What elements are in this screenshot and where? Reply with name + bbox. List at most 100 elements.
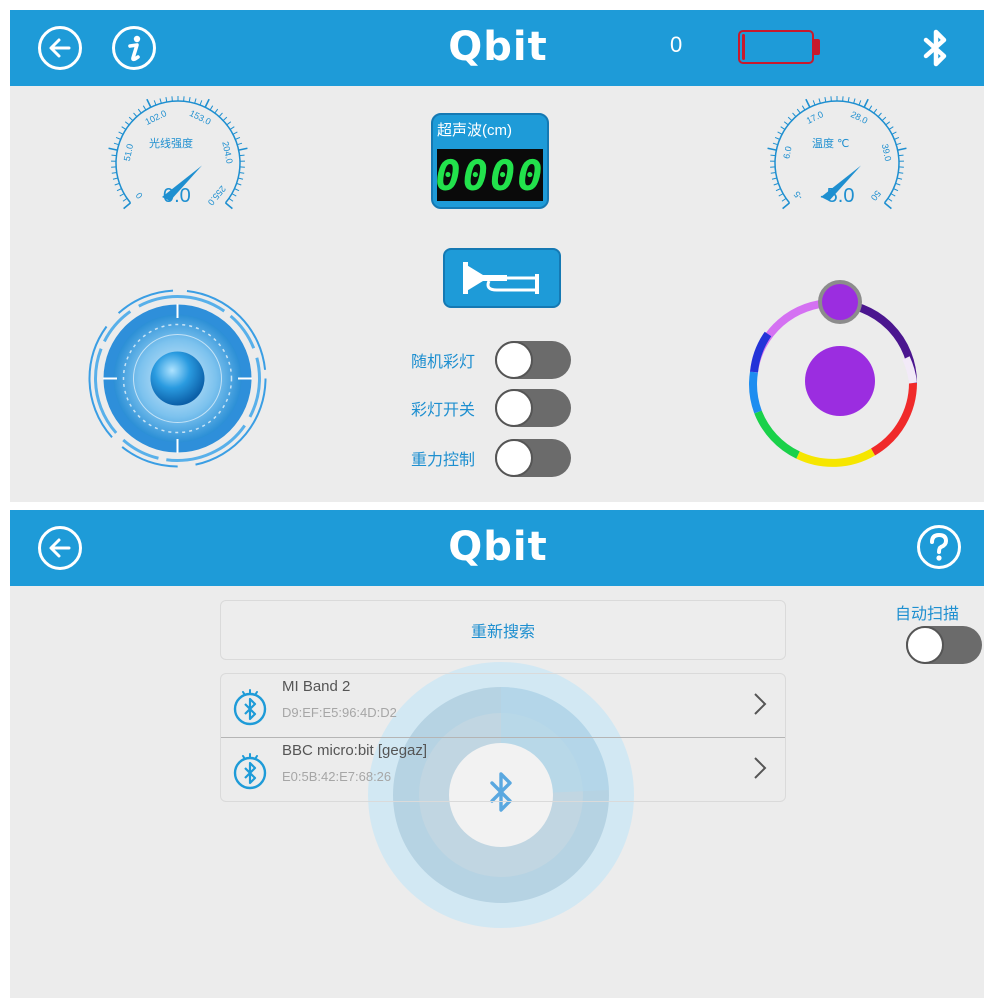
arrow-left-icon: [49, 38, 71, 58]
app-title: Qbit: [448, 24, 548, 70]
chevron-right-icon: [754, 693, 767, 715]
bluetooth-button[interactable]: [916, 28, 956, 73]
temperature-gauge-tick: [767, 147, 777, 151]
light-gauge-tick: [153, 100, 157, 106]
light-gauge-tick-label: 255.0: [206, 184, 228, 208]
light-gauge-tick: [146, 98, 152, 108]
toggle-row-random-lights: 随机彩灯: [390, 340, 571, 380]
temperature-gauge-tick-label: 17.0: [805, 109, 825, 126]
info-icon: [128, 35, 141, 62]
temperature-gauge-tick: [858, 100, 862, 106]
light-gauge-tick: [118, 131, 124, 135]
temperature-gauge-tick: [897, 177, 903, 180]
light-gauge-tick: [188, 97, 191, 103]
temperature-gauge-tick: [777, 131, 783, 135]
temperature-gauge-tick: [895, 182, 901, 186]
toggle-knob: [495, 341, 533, 379]
toggle-knob: [906, 626, 944, 664]
temperature-gauge-tick: [863, 98, 869, 108]
light-gauge-tick: [214, 108, 219, 114]
temperature-gauge-tick: [792, 112, 797, 117]
device-row-mi-band[interactable]: MI Band 2 D9:EF:E5:96:4D:D2: [221, 674, 785, 737]
battery-count: 0: [670, 32, 683, 57]
temperature-gauge-tick: [805, 98, 811, 108]
temperature-gauge-tick: [781, 197, 787, 202]
light-gauge-tick-label: 204.0: [220, 140, 234, 164]
device-row-microbit[interactable]: BBC micro:bit [gegaz] E0:5B:42:E7:68:26: [221, 738, 785, 801]
joystick[interactable]: [85, 286, 270, 471]
arrow-left-icon: [49, 538, 71, 558]
temperature-gauge-tick: [877, 112, 882, 117]
control-screen: Qbit 0 0 51.0 102.0 153.0 204.0 255.0 光线强度 0.…: [10, 10, 984, 502]
toggle-knob: [495, 439, 533, 477]
temperature-gauge-tick: [881, 116, 887, 121]
light-gauge-tick: [116, 188, 122, 192]
light-gauge-tick: [159, 98, 162, 104]
info-button[interactable]: [112, 26, 156, 70]
temperature-gauge-tick: [801, 105, 806, 111]
light-gauge-tick: [121, 126, 127, 130]
help-button[interactable]: [917, 525, 961, 569]
temperature-gauge-tick: [898, 154, 904, 157]
battery-fill: [742, 34, 746, 60]
toggle-knob: [495, 389, 533, 427]
light-switch-label: 彩灯开关: [410, 402, 475, 419]
back-button[interactable]: [38, 26, 82, 70]
color-wheel-picker[interactable]: [738, 272, 928, 472]
auto-scan-label: 自动扫描: [895, 606, 960, 623]
temperature-gauge-tick: [890, 193, 896, 197]
light-gauge-tick-label: 102.0: [143, 108, 168, 127]
temperature-gauge-tick-label: 50: [869, 188, 883, 202]
device-list: MI Band 2 D9:EF:E5:96:4D:D2 BBC micro:bi…: [220, 673, 786, 802]
light-gauge-tick: [228, 197, 234, 202]
device-name: MI Band 2: [282, 678, 351, 695]
temperature-gauge-tick: [888, 126, 894, 130]
light-gauge-tick-label: 0: [134, 190, 145, 200]
light-gauge-tick: [229, 126, 235, 130]
light-gauge-tick: [218, 112, 223, 117]
light-gauge-tick: [231, 193, 237, 197]
light-switch-toggle[interactable]: [495, 389, 571, 427]
temperature-gauge-tick: [873, 108, 878, 114]
rescan-button[interactable]: 重新搜索: [220, 600, 786, 660]
rescan-label: 重新搜索: [470, 624, 535, 641]
temperature-gauge-tick: [824, 97, 827, 103]
temperature-gauge-tick: [887, 197, 893, 202]
light-gauge-tick: [209, 105, 214, 111]
temperature-gauge-tick: [782, 202, 791, 210]
light-gauge-tick: [112, 177, 118, 180]
light-gauge-tick: [114, 182, 120, 186]
battery-tip: [814, 39, 820, 55]
temperature-gauge-tick-label: 28.0: [849, 109, 869, 126]
light-gauge-tick: [119, 193, 125, 197]
joystick-dial: [88, 289, 267, 468]
horn-icon: [463, 262, 539, 294]
toggle-row-gravity-control: 重力控制: [390, 438, 571, 478]
light-gauge-tick: [236, 182, 242, 186]
horn-button[interactable]: [443, 248, 561, 308]
auto-scan-toggle[interactable]: [906, 626, 982, 664]
toggle-row-light-switch: 彩灯开关: [390, 388, 571, 428]
scan-back-button[interactable]: [38, 526, 82, 570]
gravity-control-toggle[interactable]: [495, 439, 571, 477]
light-gauge-tick: [194, 98, 197, 104]
light-gauge-tick: [123, 202, 132, 210]
temperature-gauge-tick: [778, 193, 784, 197]
device-name: BBC micro:bit [gegaz]: [282, 742, 428, 759]
temperature-gauge-tick: [847, 97, 850, 103]
light-gauge-tick: [137, 108, 142, 114]
light-gauge-tick: [232, 131, 238, 135]
random-lights-toggle[interactable]: [495, 341, 571, 379]
light-gauge-tick: [128, 116, 134, 121]
light-gauge-value: 0.0: [163, 185, 191, 207]
light-gauge-tick: [113, 142, 119, 146]
temperature-gauge-tick: [896, 142, 902, 146]
temperature-gauge-tick: [783, 121, 789, 126]
light-gauge-tick: [165, 97, 168, 103]
light-gauge-tick: [204, 98, 210, 108]
light-gauge-tick: [133, 112, 138, 117]
app-logo: Qbit: [10, 24, 984, 70]
random-lights-label: 随机彩灯: [410, 354, 475, 371]
joystick-knob[interactable]: [150, 351, 205, 406]
color-wheel-handle[interactable]: [818, 280, 862, 324]
